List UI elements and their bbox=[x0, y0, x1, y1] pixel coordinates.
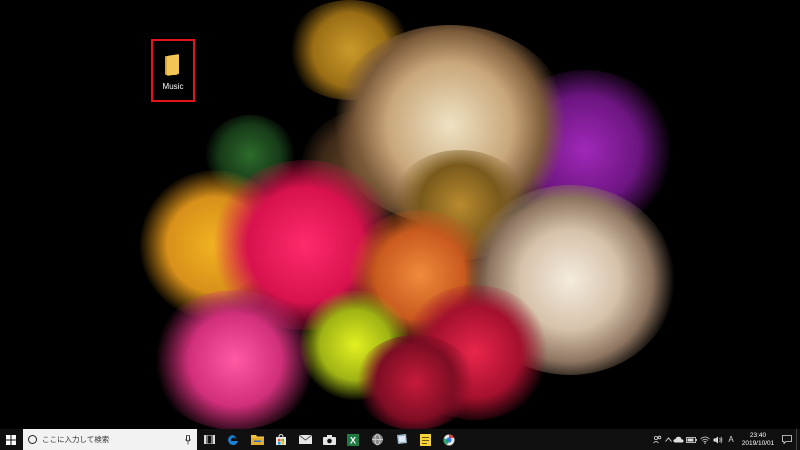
taskbar-mail[interactable] bbox=[293, 429, 317, 450]
clock[interactable]: 23:40 2019/10/01 bbox=[738, 432, 778, 448]
desktop[interactable]: Music bbox=[0, 0, 800, 429]
taskbar-camera[interactable] bbox=[317, 429, 341, 450]
show-desktop-button[interactable] bbox=[796, 429, 800, 450]
camera-icon bbox=[322, 434, 336, 445]
system-tray: A 23:40 2019/10/01 bbox=[651, 429, 800, 450]
clock-time: 23:40 bbox=[749, 431, 767, 439]
folder-icon bbox=[165, 54, 181, 76]
volume-icon[interactable] bbox=[711, 429, 724, 450]
taskbar-edge[interactable] bbox=[221, 429, 245, 450]
taskbar-store[interactable] bbox=[269, 429, 293, 450]
taskbar-globe-app[interactable] bbox=[365, 429, 389, 450]
taskbar-sticky-notes[interactable] bbox=[413, 429, 437, 450]
taskbar: ここに入力して検索 X A 23:40 2019/10/01 bbox=[0, 429, 800, 450]
search-placeholder: ここに入力して検索 bbox=[42, 435, 110, 444]
wifi-icon[interactable] bbox=[698, 429, 711, 450]
show-hidden-icons-chevron-icon[interactable] bbox=[664, 429, 672, 450]
wallpaper-blob-pink bbox=[150, 290, 320, 429]
store-icon bbox=[276, 433, 286, 445]
folder-icon bbox=[250, 435, 264, 445]
ime-mode-indicator[interactable]: A bbox=[724, 429, 738, 450]
task-view-icon bbox=[203, 435, 215, 444]
svg-text:X: X bbox=[350, 435, 356, 445]
mail-icon bbox=[298, 435, 312, 444]
windows-logo-icon bbox=[6, 434, 16, 445]
taskbar-chrome-app[interactable] bbox=[437, 429, 461, 450]
search-box[interactable]: ここに入力して検索 bbox=[23, 429, 197, 450]
sticky-notes-icon bbox=[419, 433, 431, 446]
action-center-button[interactable] bbox=[778, 429, 796, 450]
edge-icon bbox=[228, 434, 238, 445]
desktop-icon-music[interactable]: Music bbox=[151, 39, 195, 102]
taskbar-file-explorer[interactable] bbox=[245, 429, 269, 450]
clock-date: 2019/10/01 bbox=[741, 439, 775, 447]
cortana-icon bbox=[28, 435, 37, 444]
microphone-icon[interactable] bbox=[184, 434, 192, 445]
chrome-icon bbox=[443, 434, 455, 445]
battery-icon[interactable] bbox=[685, 429, 698, 450]
notification-icon bbox=[782, 435, 792, 444]
taskbar-tablet-app[interactable] bbox=[389, 429, 413, 450]
tablet-icon bbox=[396, 434, 407, 444]
globe-icon bbox=[371, 433, 383, 446]
excel-icon: X bbox=[347, 433, 359, 446]
desktop-icon-label: Music bbox=[162, 82, 184, 91]
cloud-icon[interactable] bbox=[672, 429, 685, 450]
start-button[interactable] bbox=[0, 429, 22, 450]
taskbar-excel[interactable]: X bbox=[341, 429, 365, 450]
wallpaper-blob-crimson bbox=[355, 335, 475, 429]
taskbar-task-view[interactable] bbox=[197, 429, 221, 450]
people-icon[interactable] bbox=[651, 429, 664, 450]
